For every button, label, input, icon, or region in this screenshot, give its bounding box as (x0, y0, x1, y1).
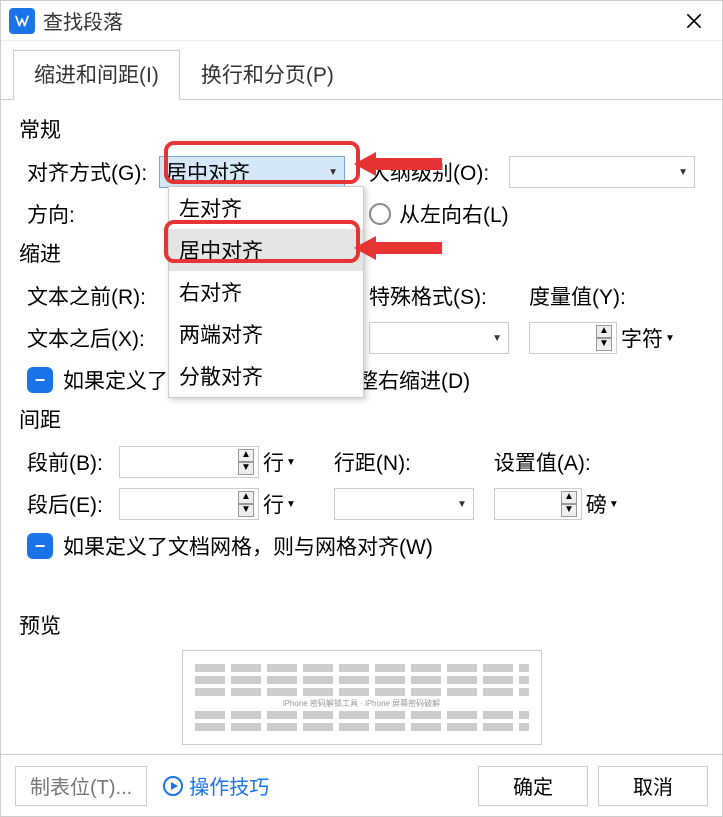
tips-link[interactable]: 操作技巧 (163, 771, 269, 800)
char-unit[interactable]: 字符▼ (621, 323, 675, 353)
chevron-down-icon: ▼ (492, 333, 502, 344)
checkbox-spacing-grid-label: 如果定义了文档网格，则与网格对齐(W) (63, 531, 433, 561)
close-icon (684, 11, 704, 31)
text-before-label: 文本之前(R): (19, 281, 159, 311)
align-option-right[interactable]: 右对齐 (169, 271, 363, 313)
special-format-combo[interactable]: ▼ (369, 322, 509, 354)
checkbox-indent-grid[interactable]: − (27, 367, 53, 393)
app-logo-icon (9, 8, 35, 34)
tabs-button[interactable]: 制表位(T)... (15, 766, 147, 806)
preview-area: iPhone 密码解锁工具 · iPhone 屏幕密码破解 (182, 650, 542, 745)
chevron-down-icon: ▼ (457, 499, 467, 510)
chevron-down-icon: ▼ (678, 167, 688, 178)
close-button[interactable] (674, 1, 714, 41)
tab-line-page[interactable]: 换行和分页(P) (180, 50, 355, 100)
radio-ltr-label: 从左向右(L) (399, 199, 509, 229)
paragraph-dialog: 查找段落 缩进和间距(I) 换行和分页(P) 常规 对齐方式(G): 居中对齐 … (0, 0, 723, 817)
chevron-down-icon: ▼ (286, 499, 296, 510)
outline-combo[interactable]: ▼ (509, 156, 695, 188)
align-option-left[interactable]: 左对齐 (169, 187, 363, 229)
after-para-label: 段后(E): (19, 489, 119, 519)
cancel-button[interactable]: 取消 (598, 766, 708, 806)
play-icon (163, 776, 183, 796)
line-unit-before[interactable]: 行▼ (263, 447, 296, 477)
spinner-icon: ▲▼ (238, 449, 254, 475)
chevron-down-icon: ▼ (609, 499, 619, 510)
chevron-down-icon: ▼ (328, 167, 338, 178)
align-dropdown: 左对齐 居中对齐 右对齐 两端对齐 分散对齐 (168, 186, 364, 398)
align-option-justify[interactable]: 两端对齐 (169, 313, 363, 355)
align-label: 对齐方式(G): (19, 157, 159, 187)
section-general: 常规 (19, 114, 704, 144)
dialog-footer: 制表位(T)... 操作技巧 确定 取消 (1, 754, 722, 816)
metric-label: 度量值(Y): (529, 281, 669, 311)
line-unit-after[interactable]: 行▼ (263, 489, 296, 519)
before-para-label: 段前(B): (19, 447, 119, 477)
align-option-center[interactable]: 居中对齐 (169, 229, 363, 271)
row-spacing-grid-check: − 如果定义了文档网格，则与网格对齐(W) (19, 528, 704, 564)
setval-label: 设置值(A): (494, 447, 634, 477)
text-after-label: 文本之后(X): (19, 323, 159, 353)
pound-unit[interactable]: 磅▼ (586, 489, 619, 519)
spinner-icon: ▲▼ (238, 491, 254, 517)
radio-ltr[interactable] (369, 203, 391, 225)
linespace-combo[interactable]: ▼ (334, 488, 474, 520)
section-preview: 预览 (19, 610, 704, 640)
spinner-icon: ▲▼ (561, 491, 577, 517)
window-title: 查找段落 (43, 6, 674, 35)
align-combo[interactable]: 居中对齐 ▼ (159, 156, 345, 188)
titlebar: 查找段落 (1, 1, 722, 41)
setval-spinner[interactable]: ▲▼ (494, 488, 582, 520)
before-para-spinner[interactable]: ▲▼ (119, 446, 259, 478)
chevron-down-icon: ▼ (286, 457, 296, 468)
row-spacing-before: 段前(B): ▲▼ 行▼ 行距(N): 设置值(A): (19, 444, 704, 480)
tab-bar: 缩进和间距(I) 换行和分页(P) (1, 41, 722, 100)
align-option-scatter[interactable]: 分散对齐 (169, 355, 363, 397)
ok-button[interactable]: 确定 (478, 766, 588, 806)
section-spacing: 间距 (19, 404, 704, 434)
special-format-label: 特殊格式(S): (369, 281, 529, 311)
row-alignment: 对齐方式(G): 居中对齐 ▼ 大纲级别(O): ▼ (19, 154, 704, 190)
row-spacing-after: 段后(E): ▲▼ 行▼ ▼ ▲▼ 磅▼ (19, 486, 704, 522)
checkbox-spacing-grid[interactable]: − (27, 533, 53, 559)
spinner-icon: ▲▼ (596, 325, 612, 351)
outline-label: 大纲级别(O): (369, 157, 509, 187)
linespace-label: 行距(N): (334, 447, 494, 477)
chevron-down-icon: ▼ (665, 333, 675, 344)
after-para-spinner[interactable]: ▲▼ (119, 488, 259, 520)
align-combo-value: 居中对齐 (166, 157, 328, 187)
tab-indent-spacing[interactable]: 缩进和间距(I) (13, 50, 180, 100)
direction-label: 方向: (19, 199, 159, 229)
metric-spinner[interactable]: ▲▼ (529, 322, 617, 354)
